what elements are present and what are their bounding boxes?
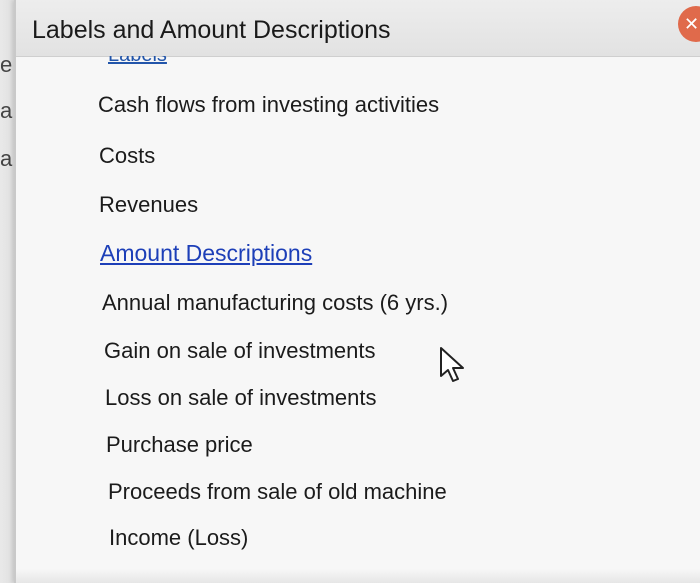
background-text-fragment: e (0, 52, 13, 77)
list-item[interactable]: Costs (99, 143, 155, 169)
list-item[interactable]: Income (Loss) (109, 525, 248, 551)
list-item[interactable]: Purchase price (106, 432, 253, 458)
list-item[interactable]: Cash flows from investing activities (98, 92, 439, 118)
popup-bottom-edge (16, 569, 700, 583)
list-item[interactable]: Loss on sale of investments (105, 385, 376, 411)
background-text-fragment: a (0, 146, 13, 171)
mouse-pointer-icon (440, 347, 464, 382)
list-item[interactable]: Revenues (99, 192, 198, 218)
labels-popup-window: Labels and Amount Descriptions ✕ Labels … (14, 0, 700, 583)
background-text-fragment: a (0, 98, 13, 123)
list-item[interactable]: Gain on sale of investments (104, 338, 375, 364)
amount-descriptions-heading[interactable]: Amount Descriptions (100, 240, 312, 267)
list-item[interactable]: Annual manufacturing costs (6 yrs.) (102, 290, 448, 316)
description-list: Cash flows from investing activities Cos… (16, 0, 700, 583)
list-item[interactable]: Proceeds from sale of old machine (108, 479, 447, 505)
